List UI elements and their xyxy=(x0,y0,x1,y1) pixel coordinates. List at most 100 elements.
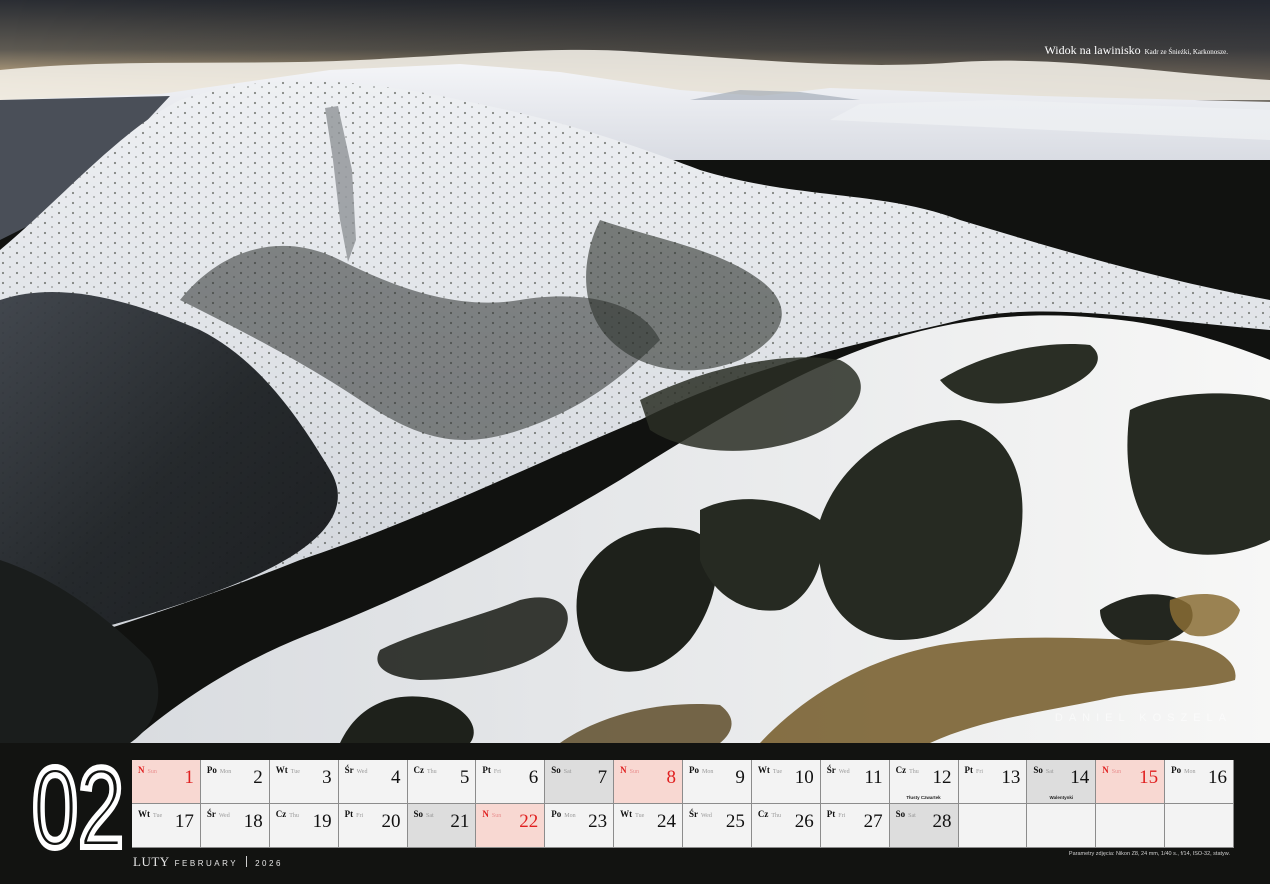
day-number: 16 xyxy=(1208,767,1227,788)
weekday-en: Sat xyxy=(426,813,434,819)
weekday-en: Sat xyxy=(1045,769,1054,775)
weekday-en: Wed xyxy=(838,769,850,775)
weekday-pl: N xyxy=(482,809,489,819)
calendar-grid: N Sun 1 Po Mon 2 Wt Tue 3 Śr Wed 4 Cz Thu 5 Pt Fri 6 So Sat… xyxy=(132,760,1234,848)
empty-day-cell xyxy=(1027,804,1096,847)
day-number: 15 xyxy=(1139,767,1159,788)
weekday-label: Po Mon xyxy=(207,765,231,775)
day-number: 17 xyxy=(174,811,194,832)
weekday-label: So Sat xyxy=(896,809,916,819)
day-number: 11 xyxy=(864,767,883,788)
weekday-label: Śr Wed xyxy=(827,765,850,775)
day-number: 5 xyxy=(459,767,470,788)
weekday-en: Fri xyxy=(976,769,984,775)
day-cell-9: Po Mon 9 xyxy=(683,760,751,803)
year: 2026 xyxy=(255,859,283,868)
day-cell-4: Śr Wed 4 xyxy=(338,760,407,803)
day-cell-18: Śr Wed 18 xyxy=(200,804,269,847)
weekday-label: Pt Fri xyxy=(345,809,364,819)
day-number: 27 xyxy=(863,811,883,832)
weekday-label: Pt Fri xyxy=(827,809,846,819)
weekday-pl: N xyxy=(620,765,627,775)
empty-day-cell xyxy=(1165,804,1233,847)
weekday-pl: Cz xyxy=(757,809,769,819)
day-number: 19 xyxy=(312,811,332,832)
weekday-pl: N xyxy=(1102,765,1109,775)
weekday-pl: Po xyxy=(1171,765,1182,775)
weekday-en: Thu xyxy=(771,813,782,819)
day-number: 22 xyxy=(519,811,539,832)
month-name-pl: LUTY xyxy=(133,854,170,869)
weekday-label: Po Mon xyxy=(551,809,575,819)
day-cell-20: Pt Fri 20 xyxy=(338,804,407,847)
weekday-label: Wt Tue xyxy=(620,809,644,819)
weekday-en: Tue xyxy=(290,769,300,775)
day-number: 12 xyxy=(932,767,952,788)
weekday-label: Cz Thu xyxy=(276,809,299,819)
day-cell-28: So Sat 28 xyxy=(889,804,958,847)
weekday-label: Wt Tue xyxy=(276,765,300,775)
day-cell-25: Śr Wed 25 xyxy=(683,804,751,847)
weekday-label: Wt Tue xyxy=(138,809,162,819)
weekday-pl: Pt xyxy=(344,809,354,819)
weekday-label: N Sun xyxy=(482,809,501,819)
holiday-label: Tłusty Czwartek xyxy=(906,795,941,800)
weekday-pl: Wt xyxy=(275,765,288,775)
weekday-en: Sun xyxy=(147,769,157,775)
weekday-en: Sat xyxy=(908,813,916,819)
weekday-pl: Cz xyxy=(413,765,425,775)
weekday-pl: Cz xyxy=(895,765,907,775)
weekday-en: Thu xyxy=(427,769,437,775)
weekday-label: So Sat xyxy=(1033,765,1053,775)
month-number-text: 02 xyxy=(32,753,124,853)
day-number: 3 xyxy=(322,767,332,788)
day-cell-12: Cz Thu 12 Tłusty Czwartek xyxy=(889,760,958,803)
day-number: 24 xyxy=(657,811,676,832)
day-cell-14: So Sat 14 Walentynki xyxy=(1027,760,1096,803)
weekday-label: N Sun xyxy=(620,765,639,775)
calendar-page: Widok na lawinisko Kadr ze Śnieżki, Karko… xyxy=(0,0,1270,884)
day-number: 10 xyxy=(794,767,814,788)
day-number: 1 xyxy=(184,767,194,788)
weekday-pl: So xyxy=(413,809,424,819)
weekday-label: So Sat xyxy=(414,809,434,819)
day-number: 20 xyxy=(381,811,401,832)
photo-title: Widok na lawinisko xyxy=(1044,43,1141,57)
weekday-label: Śr Wed xyxy=(345,765,368,775)
day-cell-21: So Sat 21 xyxy=(407,804,476,847)
holiday-label: Walentynki xyxy=(1049,795,1074,800)
weekday-pl: N xyxy=(138,765,145,775)
photographer-watermark: DANIEL KOSZELA xyxy=(1054,712,1232,724)
weekday-en: Sat xyxy=(563,769,572,775)
weekday-en: Wed xyxy=(356,769,368,775)
mountain-photo: Widok na lawinisko Kadr ze Śnieżki, Karko… xyxy=(0,0,1270,743)
weekday-en: Thu xyxy=(289,813,299,819)
weekday-en: Tue xyxy=(772,769,782,775)
month-name-en: FEBRUARY xyxy=(174,859,239,868)
weekday-en: Wed xyxy=(218,813,230,819)
empty-day-cell xyxy=(1096,804,1165,847)
weekday-label: Śr Wed xyxy=(689,809,712,819)
weekday-en: Sun xyxy=(491,813,502,819)
photo-caption: Widok na lawinisko Kadr ze Śnieżki, Karko… xyxy=(1044,41,1228,59)
day-cell-8: N Sun 8 xyxy=(614,760,682,803)
weekday-label: Po Mon xyxy=(1171,765,1195,775)
weekday-label: Cz Thu xyxy=(896,765,919,775)
weekday-en: Sun xyxy=(629,769,639,775)
day-number: 18 xyxy=(243,811,263,832)
day-cell-16: Po Mon 16 xyxy=(1165,760,1233,803)
day-number: 4 xyxy=(391,767,401,788)
day-number: 7 xyxy=(597,767,608,788)
day-number: 14 xyxy=(1070,767,1090,788)
weekday-pl: Wt xyxy=(757,765,770,775)
photo-subtitle: Kadr ze Śnieżki, Karkonosze. xyxy=(1144,48,1228,56)
weekday-en: Sun xyxy=(1111,769,1122,775)
day-cell-22: N Sun 22 xyxy=(476,804,545,847)
day-cell-15: N Sun 15 xyxy=(1096,760,1165,803)
weekday-pl: Pt xyxy=(964,765,974,775)
weekday-label: Pt Fri xyxy=(482,765,501,775)
weekday-en: Mon xyxy=(564,813,576,819)
weekday-pl: Po xyxy=(689,765,699,775)
day-cell-1: N Sun 1 xyxy=(132,760,200,803)
weekday-label: Po Mon xyxy=(689,765,713,775)
